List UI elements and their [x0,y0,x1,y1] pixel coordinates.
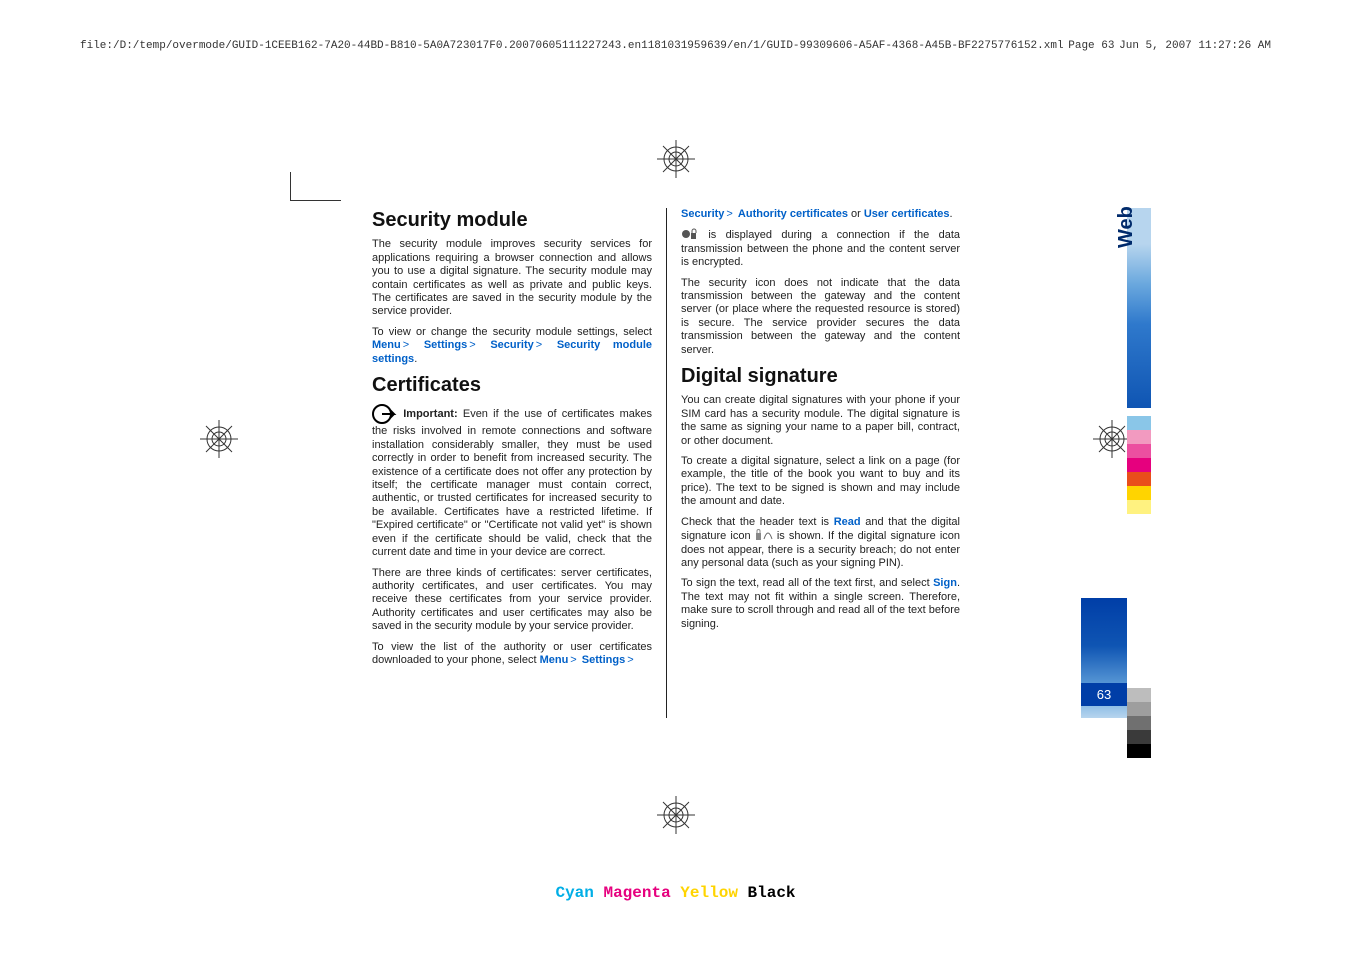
registration-mark-icon [657,140,695,178]
connection-secure-icon [681,228,699,240]
menu-link[interactable]: Sign [933,577,957,589]
magenta-label: Magenta [603,884,670,902]
menu-link[interactable]: Security [490,339,533,351]
menu-link[interactable]: Settings [424,339,467,351]
header-time: Jun 5, 2007 11:27:26 AM [1119,40,1271,52]
body-text: Even if the use of certificates makes th… [372,408,652,558]
digital-signature-icon [755,529,773,541]
yellow-label: Yellow [680,884,738,902]
body-text: Check that the header text is Read and t… [681,516,960,571]
body-text: To sign the text, read all of the text f… [681,577,960,631]
menu-link[interactable]: User certificates [864,208,950,220]
menu-link[interactable]: Settings [582,654,625,666]
body-text: Check that the header text is [681,516,834,528]
file-path: file:/D:/temp/overmode/GUID-1CEEB162-7A2… [80,40,1064,52]
side-tab: Web 63 [1071,208,1151,718]
page-content: Security module The security module impr… [372,208,1112,718]
registration-mark-icon [657,796,695,834]
heading-security-module: Security module [372,208,652,232]
body-text: or [848,208,864,220]
cmyk-footer: Cyan Magenta Yellow Black [555,884,795,902]
column-right: Security> Authority certificates or User… [666,208,960,718]
crop-mark [290,172,341,201]
body-text: To sign the text, read all of the text f… [681,577,933,589]
color-calibration-bars [1127,416,1151,514]
body-text: To view or change the security module se… [372,326,652,338]
important-icon [372,403,398,425]
header-page: Page 63 [1068,40,1114,52]
body-text: To view or change the security module se… [372,326,652,366]
menu-link[interactable]: Authority certificates [738,208,848,220]
black-label: Black [748,884,796,902]
body-text: There are three kinds of certificates: s… [372,567,652,634]
body-text: Security> Authority certificates or User… [681,208,960,221]
menu-link[interactable]: Security [681,208,724,220]
body-text: is displayed during a connection if the … [681,228,960,269]
body-text: The security module improves security se… [372,238,652,318]
body-text: You can create digital signatures with y… [681,394,960,448]
page-number: 63 [1081,683,1127,706]
side-tab-label: Web [1115,206,1138,248]
header: file:/D:/temp/overmode/GUID-1CEEB162-7A2… [80,40,1271,52]
important-label: Important: [403,408,457,420]
grey-calibration-bars [1127,688,1151,758]
body-text: The security icon does not indicate that… [681,277,960,357]
column-left: Security module The security module impr… [372,208,666,718]
heading-digital-signature: Digital signature [681,364,960,388]
body-text: is displayed during a connection if the … [681,229,960,268]
registration-mark-icon [200,420,238,458]
body-text: To view the list of the authority or use… [372,641,652,668]
body-text: To create a digital signature, select a … [681,455,960,509]
important-note: Important: Even if the use of certificat… [372,403,652,559]
cyan-label: Cyan [555,884,593,902]
menu-link[interactable]: Menu [540,654,569,666]
menu-link[interactable]: Menu [372,339,401,351]
heading-certificates: Certificates [372,373,652,397]
menu-link[interactable]: Read [834,516,861,528]
